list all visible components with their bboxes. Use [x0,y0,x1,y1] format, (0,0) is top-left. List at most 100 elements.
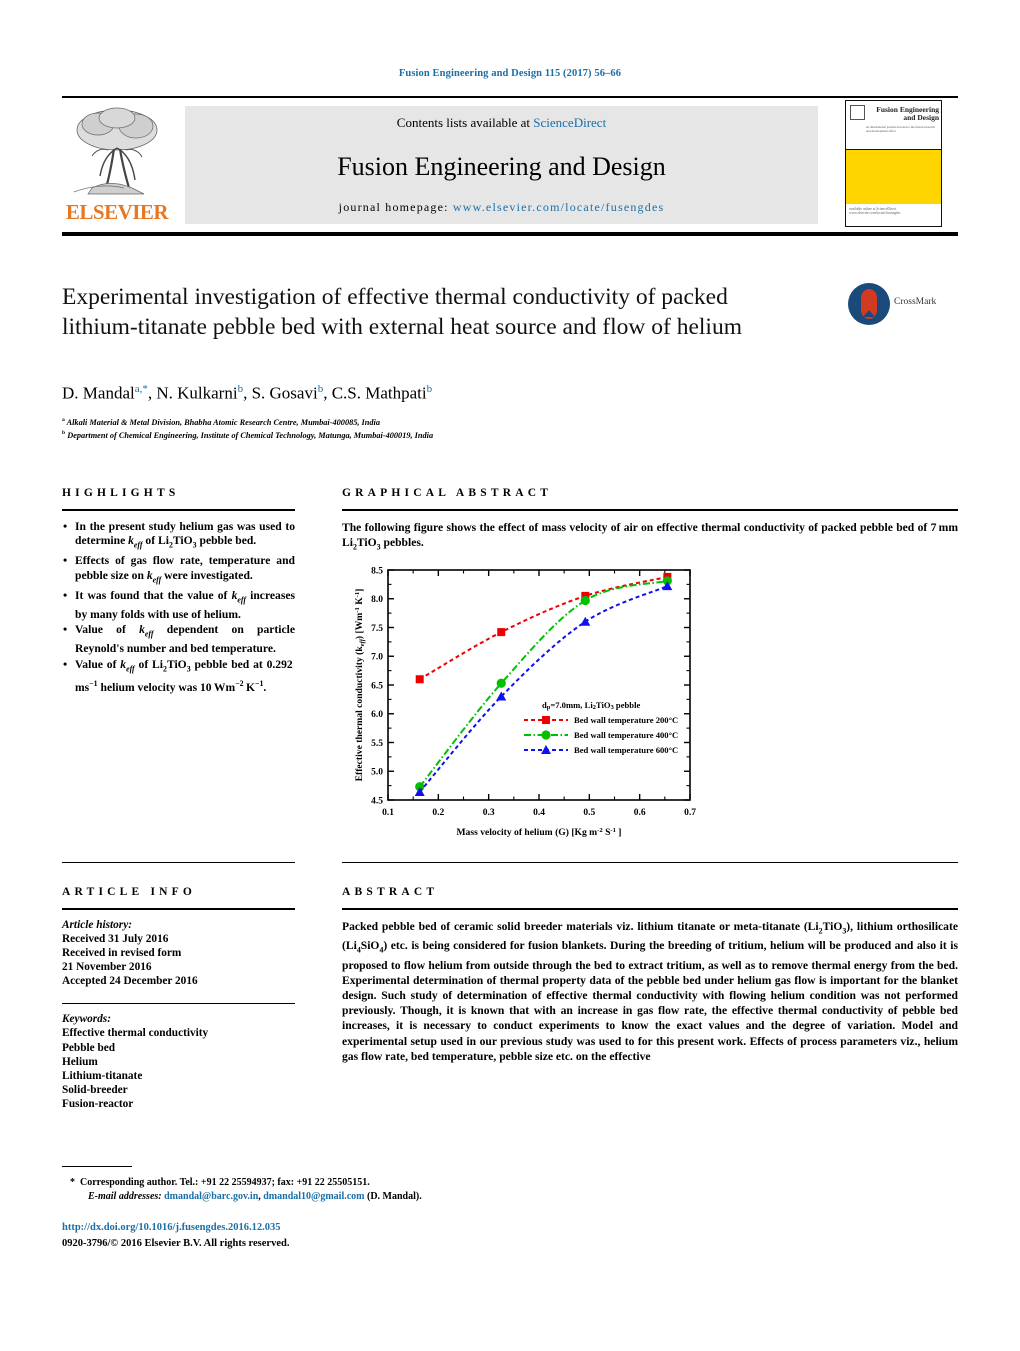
cover-yellow-block [846,150,941,204]
data-point [496,678,506,688]
series-line [419,575,668,681]
abstract-body: Packed pebble bed of ceramic solid breed… [342,919,958,1063]
email-line: E-mail addresses: dmandal@barc.gov.in, d… [88,1191,422,1202]
article-history-label: Article history: [62,918,132,931]
keff-vs-mass-velocity-plot: 0.1 0.2 0.3 0.4 0.5 0.6 0.7 4.5 5.0 5.5 6.0 6.5 7.0 7… [354,566,697,839]
article-info-section: ARTICLE INFO Article history: Received 3… [62,886,295,1112]
x-tick-label: 0.4 [533,808,545,818]
crossmark-badge[interactable]: CrossMark [848,283,943,325]
plot-frame [387,569,691,801]
header-rule-top [62,96,958,98]
journal-reference: Fusion Engineering and Design 115 (2017)… [398,68,622,79]
y-tick-label: 8.0 [371,595,383,605]
article-history-lines: Received 31 July 2016 Received in revised… [62,932,295,989]
abstract-section: ABSTRACT Packed pebble bed of ceramic so… [342,886,958,1064]
cover-title-line2: and Design [903,113,939,122]
legend-entry-1: Bed wall temperature 200°C [524,715,678,725]
graphical-abstract-chart: 0.1 0.2 0.3 0.4 0.5 0.6 0.7 4.5 5.0 5.5 6.0 6.5 7.0 7… [342,556,958,856]
keywords-block: Keywords: Effective thermal conductivity… [62,1012,295,1111]
contents-line: Contents lists available at ScienceDirec… [185,115,818,131]
legend-marker [541,745,551,754]
keyword-item: Lithium-titanate [62,1070,143,1083]
legend-label: Bed wall temperature 200°C [574,715,678,725]
x-tick-label: 0.5 [583,808,595,818]
cover-elsevier-icon [850,105,865,120]
email-link-2[interactable]: dmandal10@gmail.com [263,1191,364,1202]
y-tick-label: 5.5 [371,739,383,749]
article-info-rule [62,908,295,910]
highlight-item: Effects of gas flow rate, temperature an… [62,553,295,588]
cover-footer: available online at ScienceDirect www.el… [849,207,901,215]
highlight-item: In the present study helium gas was used… [62,519,295,554]
legend-marker [542,716,550,724]
legend-marker [541,730,551,740]
keyword-item: Helium [62,1055,98,1068]
affiliation-b-text: Department of Chemical Engineering, Inst… [67,430,434,440]
footnote-rule [62,1166,132,1168]
highlights-heading: HIGHLIGHTS [62,487,180,499]
keywords-list: Effective thermal conductivity Pebble bed… [62,1026,295,1111]
header-rule-bottom [62,232,958,236]
y-tick-label: 6.0 [371,710,383,720]
left-column-divider [62,862,295,863]
cover-top-panel: Fusion Engineering and Design an interna… [846,101,941,150]
series-2 [415,576,672,792]
x-tick-label: 0.3 [483,808,495,818]
page-title: Experimental investigation of effective … [62,284,742,340]
graphical-abstract-section: GRAPHICAL ABSTRACT The following figure … [342,487,958,554]
graphical-abstract-rule [342,509,958,511]
legend-entry-3: Bed wall temperature 600°C [524,745,678,755]
article-info-heading: ARTICLE INFO [62,886,197,898]
keyword-item: Effective thermal conductivity [62,1027,209,1040]
x-tick-label: 0.2 [432,808,444,818]
x-tick-label: 0.1 [382,808,394,818]
cover-subtitle: an international journal devoted to the … [866,125,935,133]
journal-title: Fusion Engineering and Design [337,152,666,181]
affiliation-b: b Department of Chemical Engineering, In… [62,430,434,440]
graphical-abstract-heading: GRAPHICAL ABSTRACT [342,487,553,499]
article-history: Article history: Received 31 July 2016 Re… [62,918,295,989]
series-3 [414,581,673,796]
journal-homepage-line: journal homepage: www.elsevier.com/locat… [185,200,818,215]
keyword-item: Pebble bed [62,1041,116,1054]
y-tick-label: 5.0 [371,768,383,778]
data-point [580,616,591,626]
series-1 [415,572,672,684]
contents-prefix: Contents lists available at [396,115,534,130]
keyword-item: Fusion-reactor [62,1098,134,1111]
cover-title: Fusion Engineering and Design [866,106,939,122]
affiliation-a-text: Alkali Material & Metal Division, Bhabha… [66,417,380,427]
elsevier-wordmark: ELSEVIER [65,200,169,224]
article-history-line: Received in revised form [62,947,182,959]
highlight-item: It was found that the value of keff incr… [62,588,295,623]
highlights-section: HIGHLIGHTS In the present study helium g… [62,487,295,696]
legend-entry-2: Bed wall temperature 400°C [524,730,678,740]
graphical-abstract-caption: The following figure shows the effect of… [342,520,958,551]
doi-link[interactable]: http://dx.doi.org/10.1016/j.fusengdes.20… [62,1222,280,1233]
data-point [497,628,506,637]
y-tick-label: 6.5 [371,681,383,691]
paper-page: Fusion Engineering and Design 115 (2017)… [0,0,1020,1351]
crossmark-label: CrossMark [894,297,937,307]
y-tick-label: 7.5 [371,624,383,634]
email-link-1[interactable]: dmandal@barc.gov.in [164,1191,258,1202]
copyright-line: 0920-3796/© 2016 Elsevier B.V. All right… [62,1238,290,1249]
homepage-url[interactable]: www.elsevier.com/locate/fusengdes [453,200,664,214]
legend-label: Bed wall temperature 400°C [574,730,678,740]
data-point [580,595,590,606]
sciencedirect-link[interactable]: ScienceDirect [533,115,606,130]
x-axis-title: Mass velocity of helium (G) [Kg m-2 S-1 … [456,827,621,839]
article-history-line: 21 November 2016 [62,961,152,974]
series-line [418,585,668,793]
x-tick-label: 0.6 [634,808,646,818]
data-point [496,691,507,701]
keywords-label: Keywords: [62,1013,111,1026]
author-list: D. Mandala,*, N. Kulkarnib, S. Gosavib, … [62,383,433,403]
y-tick-label: 7.0 [371,653,383,663]
crossmark-icon [848,283,890,325]
abstract-rule [342,908,958,910]
abstract-heading: ABSTRACT [342,886,439,898]
keywords-rule [62,1002,295,1005]
y-tick-label: 4.5 [371,796,383,806]
article-history-line: Received 31 July 2016 [62,932,169,945]
